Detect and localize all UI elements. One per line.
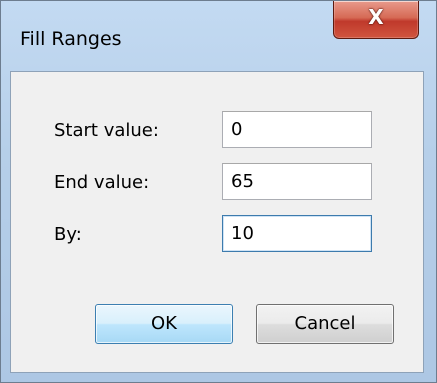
by-label: By: — [54, 224, 82, 245]
close-button[interactable]: X — [333, 1, 419, 39]
start-value-label: Start value: — [54, 120, 159, 141]
close-icon: X — [368, 5, 384, 29]
start-value-field[interactable]: 0 — [222, 111, 372, 148]
title-bar[interactable]: Fill Ranges X — [1, 1, 436, 71]
dialog-client-area: Start value: 0 End value: 65 By: 10 OK C… — [10, 71, 424, 373]
end-value-field[interactable]: 65 — [222, 163, 372, 200]
end-value-label: End value: — [54, 172, 150, 193]
dialog-window: Fill Ranges X Start value: 0 End value: … — [0, 0, 437, 383]
dialog-title: Fill Ranges — [20, 28, 122, 50]
cancel-button[interactable]: Cancel — [256, 304, 394, 344]
ok-button[interactable]: OK — [95, 304, 233, 344]
by-field[interactable]: 10 — [222, 215, 372, 252]
